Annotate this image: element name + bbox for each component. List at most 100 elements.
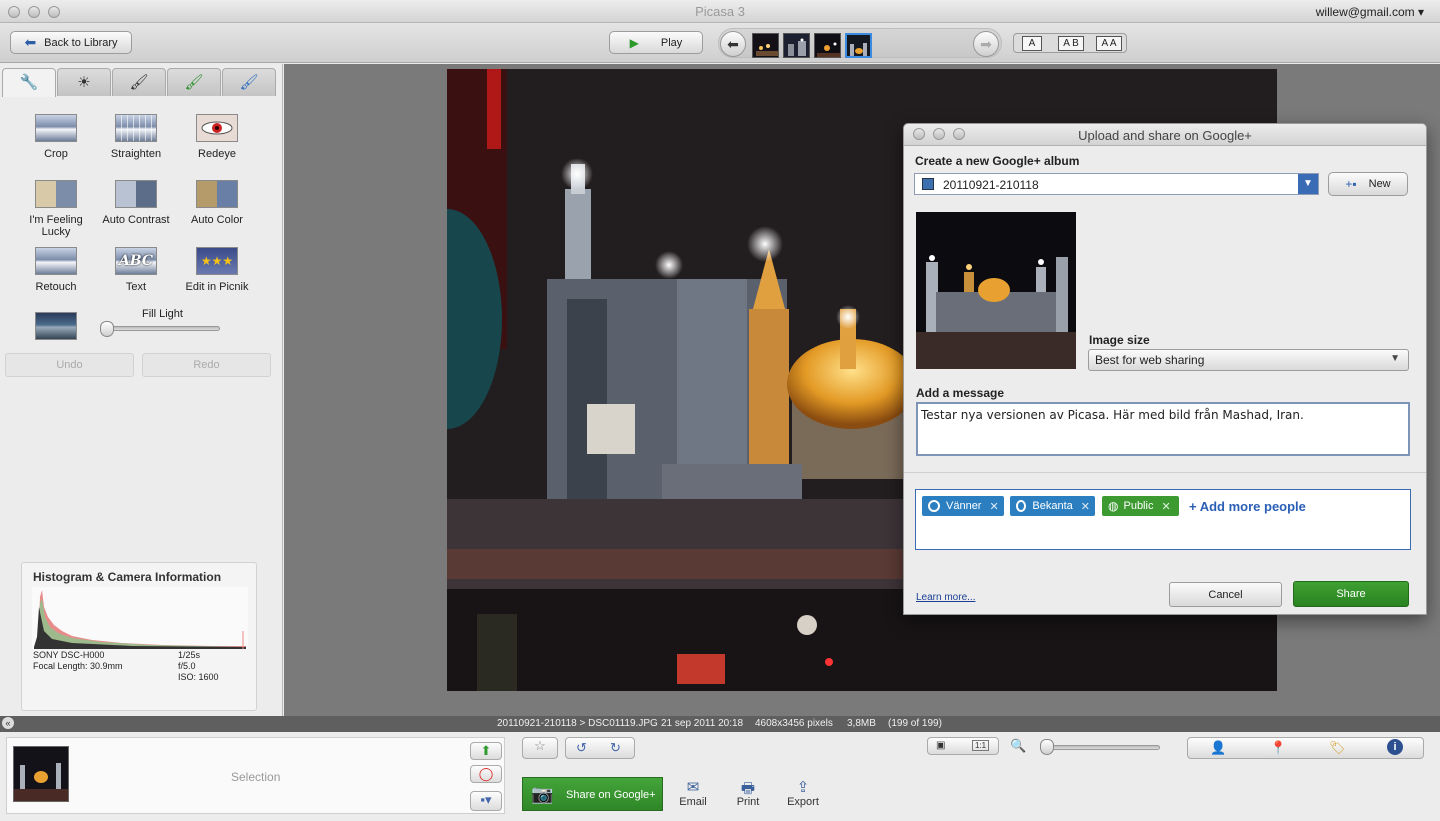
aperture: f/5.0 [178, 661, 196, 671]
printer-icon: 🖶 [740, 780, 756, 797]
play-button[interactable]: ▶ Play [609, 31, 703, 54]
tag-icon[interactable]: 🏷 [1329, 740, 1346, 756]
message-textarea[interactable]: Testar nya versionen av Picasa. Här med … [916, 402, 1410, 456]
next-photo-button[interactable]: ➡ [973, 31, 999, 57]
zoom-slider[interactable] [1042, 745, 1160, 750]
circle-chip-public[interactable]: ◍ Public ✕ [1102, 496, 1179, 516]
fill-light-icon [35, 312, 77, 340]
cancel-button[interactable]: Cancel [1169, 582, 1282, 607]
upload-thumbnail [916, 212, 1076, 369]
share-label: Share [1336, 588, 1366, 600]
tab-tuning[interactable]: ☀ [57, 68, 111, 96]
caption-mode-a[interactable]: A [1022, 36, 1042, 51]
auto-contrast-tool[interactable]: Auto Contrast [96, 180, 176, 226]
share-button[interactable]: Share [1293, 581, 1409, 607]
add-more-people-link[interactable]: + Add more people [1189, 499, 1306, 514]
account-email: willew@gmail.com [1315, 5, 1415, 19]
chevron-down-icon: ▾ [1417, 5, 1424, 19]
chevron-down-icon[interactable]: ▼ [1298, 174, 1318, 194]
filmstrip-thumb-selected[interactable] [845, 33, 872, 58]
album-name-combobox[interactable]: 20110921-210118 ▼ [914, 173, 1319, 195]
fill-light-slider-handle[interactable] [100, 321, 114, 337]
circle-chip-vanner[interactable]: Vänner ✕ [922, 496, 1004, 516]
export-button[interactable]: ⇪ Export [778, 778, 828, 808]
fill-light-slider[interactable] [102, 326, 220, 331]
email-button[interactable]: ✉ Email [668, 778, 718, 808]
picnik-stars-icon: ★★★ [196, 247, 238, 275]
print-button[interactable]: 🖶 Print [723, 778, 773, 808]
dialog-title: Upload and share on Google+ [1078, 128, 1252, 143]
feeling-lucky-tool[interactable]: I'm Feeling Lucky [16, 180, 96, 238]
retouch-tool[interactable]: Retouch [16, 247, 96, 293]
retouch-label: Retouch [35, 281, 77, 293]
map-pin-icon[interactable]: 📍 [1270, 740, 1286, 756]
bottom-tray: Selection ⬆ ◯ ▪▾ ☆ ↺ ↻ ▣ 1:1 🔍 👤 📍 🏷 i 📷… [0, 732, 1440, 821]
actual-size-button[interactable]: 1:1 [972, 740, 990, 751]
info-icon[interactable]: i [1387, 739, 1403, 755]
share-on-google-plus-button[interactable]: 📷 Share on Google+ [522, 777, 663, 811]
text-abc-icon: ABC [115, 247, 157, 275]
undo-button[interactable]: Undo [5, 353, 134, 377]
shutter-speed: 1/25s [178, 650, 201, 660]
dialog-divider [904, 472, 1426, 473]
filmstrip-thumb[interactable] [752, 33, 779, 58]
people-field[interactable]: Vänner ✕ Bekanta ✕ ◍ Public ✕ + Add more… [915, 489, 1411, 550]
filmstrip-thumb[interactable] [814, 33, 841, 58]
window-title: Picasa 3 [695, 4, 745, 19]
rotate-group: ↺ ↻ [565, 737, 635, 759]
cancel-label: Cancel [1208, 588, 1243, 601]
remove-chip-icon[interactable]: ✕ [989, 500, 998, 513]
redo-button[interactable]: Redo [142, 353, 271, 377]
edit-panel: 🔧 ☀ 🖌 🖌 🖌 Crop Straighten Redeye I'm Fee… [0, 64, 283, 716]
print-label: Print [736, 796, 760, 808]
remove-chip-icon[interactable]: ✕ [1161, 500, 1170, 513]
arrow-left-icon: ⬅ [727, 35, 739, 52]
auto-color-tool[interactable]: Auto Color [177, 180, 257, 226]
straighten-label: Straighten [110, 148, 162, 160]
text-tool[interactable]: ABC Text [96, 247, 176, 293]
edit-in-picnik-tool[interactable]: ★★★ Edit in Picnik [177, 247, 257, 293]
photo-position: (199 of 199) [888, 718, 942, 729]
filmstrip-thumb[interactable] [783, 33, 810, 58]
caption-mode-aa[interactable]: A A [1096, 36, 1122, 51]
straighten-tool[interactable]: Straighten [96, 114, 176, 160]
previous-photo-button[interactable]: ⬅ [720, 31, 746, 57]
auto-color-icon [196, 180, 238, 208]
fit-screen-icon[interactable]: ▣ [936, 740, 945, 751]
account-menu[interactable]: willew@gmail.com ▾ [1316, 5, 1424, 19]
learn-more-link[interactable]: Learn more... [916, 592, 975, 603]
envelope-icon: ✉ [686, 779, 700, 796]
focal-length: Focal Length: 30.9mm [33, 661, 123, 671]
tab-effects-2[interactable]: 🖌 [167, 68, 221, 96]
image-size-select[interactable]: Best for web sharing ▼ [1088, 349, 1409, 371]
collapse-panel-icon[interactable]: « [2, 717, 14, 729]
hold-pin-button[interactable]: ⬆ [470, 742, 502, 760]
add-to-album-button[interactable]: ▪▾ [470, 791, 502, 811]
crop-tool[interactable]: Crop [16, 114, 96, 160]
selection-thumbnail[interactable] [13, 746, 69, 802]
album-icon [922, 178, 934, 190]
tab-effects-3[interactable]: 🖌 [222, 68, 276, 96]
back-to-library-button[interactable]: ⬅ Back to Library [10, 31, 132, 54]
auto-contrast-icon [115, 180, 157, 208]
export-icon: ⇪ [796, 779, 810, 796]
back-arrow-icon: ⬅ [24, 34, 37, 50]
tab-effects[interactable]: 🖌 [112, 68, 166, 96]
auto-color-label: Auto Color [191, 214, 243, 226]
rotate-right-icon[interactable]: ↻ [610, 740, 621, 756]
remove-chip-icon[interactable]: ✕ [1081, 500, 1090, 513]
auto-contrast-label: Auto Contrast [102, 214, 170, 226]
tab-basic-fixes[interactable]: 🔧 [2, 68, 56, 97]
caption-mode-ab[interactable]: A B [1058, 36, 1084, 51]
people-icon[interactable]: 👤 [1210, 740, 1226, 756]
rotate-left-icon[interactable]: ↺ [576, 740, 587, 756]
redeye-tool[interactable]: Redeye [177, 114, 257, 160]
star-button[interactable]: ☆ [522, 737, 558, 759]
clear-selection-button[interactable]: ◯ [470, 765, 502, 783]
circle-chip-bekanta[interactable]: Bekanta ✕ [1010, 496, 1095, 516]
circle-chip-label: Public [1123, 500, 1154, 512]
photo-path: 20110921-210118 > DSC01119.JPG [497, 718, 658, 729]
new-album-button[interactable]: +▪ New [1328, 172, 1408, 196]
text-label: Text [125, 281, 147, 293]
zoom-slider-handle[interactable] [1040, 739, 1054, 755]
